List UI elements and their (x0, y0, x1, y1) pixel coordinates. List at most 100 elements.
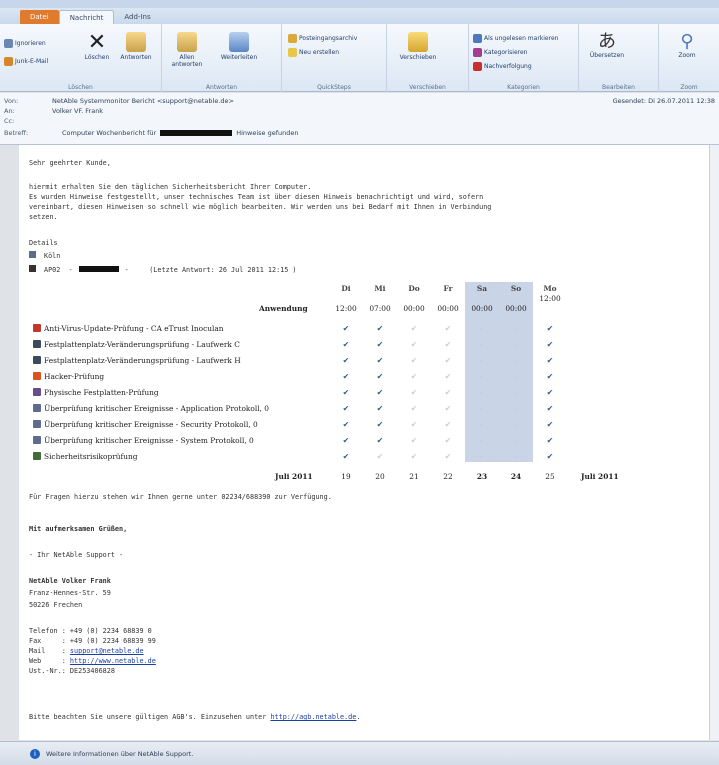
time-cell: 12:00 (539, 294, 561, 303)
check-row: Sicherheitsrisikoprüfung ✔ ✔ ✔ ✔ ✔ ✔ ✔ (33, 450, 663, 462)
web-link[interactable]: http://www.netable.de (70, 657, 156, 665)
check-type-icon (33, 340, 41, 348)
forward-button[interactable]: Weiterleiten (216, 32, 262, 61)
month-right: Juli 2011 (581, 471, 619, 481)
check-ok-icon: ✔ (546, 355, 554, 365)
group-tags: Als ungelesen markieren Kategorisieren N… (469, 24, 579, 92)
delete-button[interactable]: ✕ Löschen (82, 30, 112, 62)
check-ok-icon: ✔ (546, 323, 554, 333)
check-empty-icon: ✔ (478, 419, 486, 429)
check-empty-icon: ✔ (444, 387, 452, 397)
mail-row: Mail : support@netable.de (29, 647, 144, 655)
check-ok-icon: ✔ (376, 435, 384, 445)
check-empty-icon: ✔ (512, 339, 520, 349)
flag-icon (473, 62, 482, 71)
web-row: Web : http://www.netable.de (29, 657, 156, 665)
check-empty-icon: ✔ (512, 419, 520, 429)
translate-icon: あ (598, 31, 616, 52)
check-empty-icon: ✔ (444, 403, 452, 413)
forward-icon (229, 32, 249, 52)
followup-button[interactable]: Nachverfolgung (473, 62, 532, 71)
date-cell: 21 (409, 471, 419, 481)
check-empty-icon: ✔ (478, 435, 486, 445)
subject-row: Betreff: Computer Wochenbericht für Hinwei… (4, 129, 299, 137)
day-header: Fr (443, 283, 453, 293)
time-cell: 12:00 (335, 303, 357, 313)
group-respond: Allen antworten Weiterleiten Antworten (162, 24, 282, 92)
sender[interactable]: NetAble Systemmonitor Bericht <support@n… (42, 97, 234, 105)
check-label: Überprüfung kritischer Ereignisse - Secu… (44, 419, 258, 429)
reply-icon (126, 32, 146, 52)
check-row: Physische Festplatten-Prüfung ✔ ✔ ✔ ✔ ✔ ✔ ✔ (33, 386, 663, 398)
message-body: Sehr geehrter Kunde, hiermit erhalten Si… (19, 145, 709, 740)
reply-all-button[interactable]: Allen antworten (166, 32, 208, 68)
check-empty-icon: ✔ (444, 355, 452, 365)
from-row: Von: NetAble Systemmonitor Bericht <suppo… (4, 97, 234, 105)
quickstep-archive[interactable]: Posteingangsarchiv (288, 34, 357, 43)
tab-message[interactable]: Nachricht (58, 10, 115, 24)
check-type-icon (33, 420, 41, 428)
check-label: Überprüfung kritischer Ereignisse - Appl… (44, 403, 269, 413)
computer-icon (29, 265, 36, 272)
check-ok-icon: ✔ (342, 451, 350, 461)
mark-unread-button[interactable]: Als ungelesen markieren (473, 34, 558, 43)
junk-button[interactable]: Junk-E-Mail (4, 57, 48, 66)
date-cell: 19 (341, 471, 351, 481)
check-empty-icon: ✔ (478, 355, 486, 365)
cc-row: Cc: (4, 117, 15, 125)
move-button[interactable]: Verschieben (393, 32, 443, 61)
tab-file[interactable]: Datei (20, 10, 59, 24)
check-ok-icon: ✔ (376, 371, 384, 381)
group-quicksteps: Posteingangsarchiv Neu erstellen QuickSt… (282, 24, 387, 92)
check-ok-icon: ✔ (342, 419, 350, 429)
check-empty-icon: ✔ (512, 371, 520, 381)
outlook-message-window: Datei Nachricht Add-Ins Ignorieren Junk-… (0, 0, 719, 765)
translate-button[interactable]: あ Übersetzen (587, 31, 627, 60)
delete-icon: ✕ (87, 30, 107, 55)
check-empty-icon: ✔ (410, 435, 418, 445)
lightning-icon (288, 48, 297, 57)
zoom-button[interactable]: ⚲ Zoom (667, 32, 707, 60)
check-ok-icon: ✔ (342, 435, 350, 445)
check-label: Festplattenplatz-Veränderungsprüfung - L… (44, 339, 240, 349)
time-cell: 00:00 (505, 303, 527, 313)
check-empty-icon: ✔ (478, 371, 486, 381)
vertical-scrollbar[interactable] (709, 145, 719, 740)
check-empty-icon: ✔ (512, 451, 520, 461)
reply-button[interactable]: Antworten (116, 32, 156, 61)
envelope-icon (473, 34, 482, 43)
check-empty-icon: ✔ (512, 435, 520, 445)
check-empty-icon: ✔ (478, 403, 486, 413)
tab-addins[interactable]: Add-Ins (114, 10, 160, 24)
check-ok-icon: ✔ (376, 323, 384, 333)
check-empty-icon: ✔ (478, 323, 486, 333)
check-ok-icon: ✔ (342, 403, 350, 413)
check-empty-icon: ✔ (444, 435, 452, 445)
check-empty-icon: ✔ (410, 371, 418, 381)
check-row: Überprüfung kritischer Ereignisse - Secu… (33, 418, 663, 430)
agb-link[interactable]: http://agb.netable.de (270, 713, 356, 721)
check-label: Hacker-Prüfung (44, 371, 105, 381)
time-cell: 00:00 (403, 303, 425, 313)
categorize-button[interactable]: Kategorisieren (473, 48, 527, 57)
check-row: Überprüfung kritischer Ereignisse - Syst… (33, 434, 663, 446)
quickstep-new[interactable]: Neu erstellen (288, 48, 339, 57)
check-ok-icon: ✔ (546, 339, 554, 349)
check-ok-icon: ✔ (376, 355, 384, 365)
check-ok-icon: ✔ (546, 435, 554, 445)
ribbon-tabs: Datei Nachricht Add-Ins (0, 8, 719, 24)
redacted-device (78, 266, 119, 272)
check-empty-icon: ✔ (478, 451, 486, 461)
check-ok-icon: ✔ (546, 403, 554, 413)
redacted-block (160, 130, 233, 136)
location-row: Köln (29, 251, 60, 260)
ignore-button[interactable]: Ignorieren (4, 39, 46, 48)
info-bar[interactable]: i Weitere Informationen über NetAble Sup… (0, 741, 719, 765)
check-ok-icon: ✔ (342, 371, 350, 381)
check-row: Festplattenplatz-Veränderungsprüfung - L… (33, 354, 663, 366)
time-cell: 00:00 (471, 303, 493, 313)
mail-link[interactable]: support@netable.de (70, 647, 144, 655)
recipient[interactable]: Volker VF. Frank (42, 107, 103, 115)
date-cell: 23 (476, 471, 488, 481)
check-label: Überprüfung kritischer Ereignisse - Syst… (44, 435, 254, 445)
